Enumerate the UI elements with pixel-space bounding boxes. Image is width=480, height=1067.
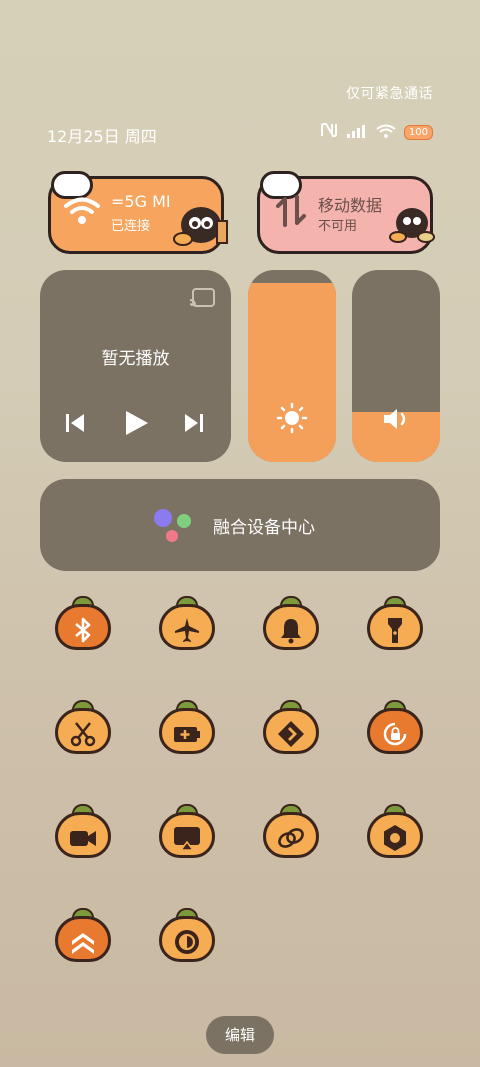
play-icon[interactable]: [124, 409, 150, 437]
performance-toggle[interactable]: [52, 908, 114, 964]
cast-icon[interactable]: [189, 288, 215, 308]
airplane-toggle[interactable]: [156, 596, 218, 652]
sun-icon: [276, 402, 308, 434]
nearby-share-icon: [278, 721, 304, 747]
screenshot-toggle[interactable]: [52, 700, 114, 756]
nfc-icon: [320, 122, 338, 142]
mobile-data-toggle[interactable]: 移动数据 不可用: [257, 171, 435, 254]
scissors-icon: [70, 722, 96, 747]
brightness-slider[interactable]: [248, 270, 336, 462]
battery-icon: 100: [403, 124, 433, 140]
screen-cast-icon: [174, 827, 200, 851]
screen-record-icon: [70, 831, 96, 846]
volume-slider[interactable]: [352, 270, 440, 462]
screen-cast-toggle[interactable]: [156, 804, 218, 860]
settings-toggle[interactable]: [364, 804, 426, 860]
emergency-call-text: 仅可紧急通话: [346, 86, 433, 102]
flashlight-icon: [388, 618, 402, 643]
wifi-status: 已连接: [111, 219, 151, 234]
date-label: 12月25日 周四: [47, 127, 157, 146]
dark-mode-toggle[interactable]: [156, 908, 218, 964]
wifi-icon: [376, 123, 396, 142]
battery-saver-icon: [174, 727, 200, 742]
edit-button[interactable]: 编辑: [206, 1016, 274, 1054]
next-icon[interactable]: [184, 413, 204, 433]
mobile-data-name: 移动数据: [318, 196, 383, 215]
signal-icon: [346, 123, 368, 142]
bell-icon: [281, 619, 301, 644]
wifi-name: =5G MI: [111, 192, 171, 211]
nearby-share-toggle[interactable]: [260, 700, 322, 756]
performance-icon: [72, 933, 94, 954]
brightness-level-fill: [248, 283, 336, 462]
device-center-label: 融合设备中心: [213, 518, 315, 538]
airplane-icon: [175, 618, 199, 642]
dark-mode-icon: [175, 930, 199, 954]
cat-mascot-icon: [389, 208, 435, 243]
bluetooth-icon: [75, 617, 91, 643]
rotation-lock-toggle[interactable]: [364, 700, 426, 756]
bluetooth-toggle[interactable]: [52, 596, 114, 652]
battery-saver-toggle[interactable]: [156, 700, 218, 756]
device-center-icon: [154, 509, 191, 542]
settings-icon: [384, 825, 406, 851]
flashlight-toggle[interactable]: [364, 596, 426, 652]
device-center-card[interactable]: 融合设备中心: [40, 479, 440, 571]
rotation-lock-icon: [383, 722, 407, 746]
cat-mascot-icon: [173, 207, 228, 246]
link-toggle[interactable]: [260, 804, 322, 860]
screen-record-toggle[interactable]: [52, 804, 114, 860]
media-player-card[interactable]: 暂无播放: [40, 270, 231, 462]
media-status-label: 暂无播放: [101, 349, 170, 369]
speaker-icon: [384, 409, 406, 429]
wifi-toggle[interactable]: =5G MI 已连接: [48, 171, 228, 254]
status-icons: 100: [320, 122, 433, 142]
wifi-icon: [64, 197, 100, 224]
link-icon: [278, 828, 304, 848]
mobile-data-status: 不可用: [318, 219, 358, 234]
data-transfer-icon: [276, 195, 306, 227]
previous-icon[interactable]: [65, 413, 85, 433]
sound-toggle[interactable]: [260, 596, 322, 652]
